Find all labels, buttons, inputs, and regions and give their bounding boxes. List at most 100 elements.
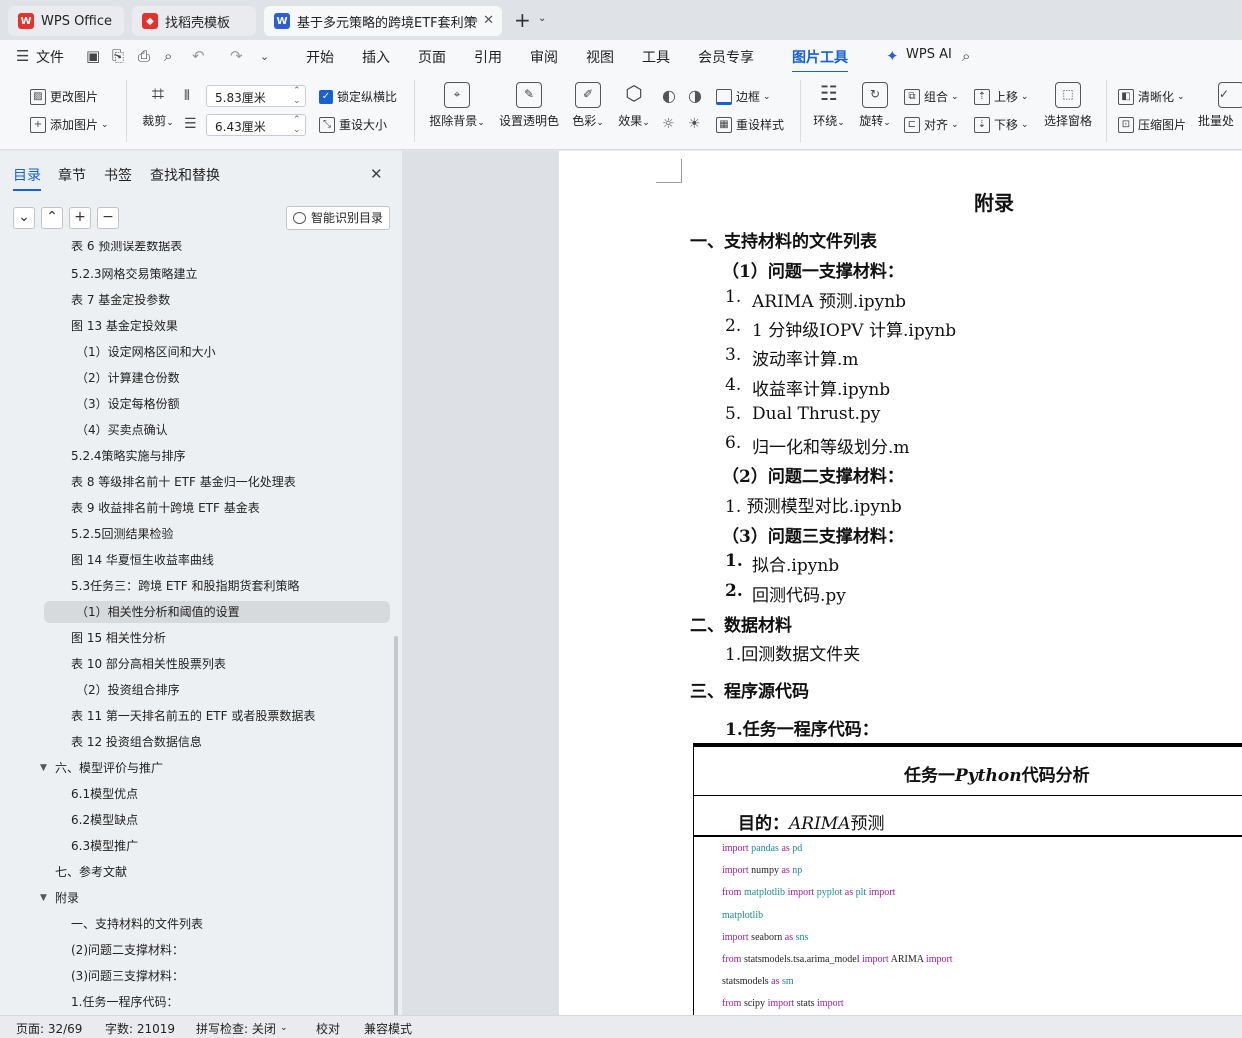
toc-item[interactable]: 5.2.4策略实施与排序 bbox=[71, 445, 186, 467]
proofread-button[interactable]: 校对 bbox=[316, 1020, 340, 1037]
new-tab-icon[interactable]: + bbox=[514, 8, 531, 32]
menu-insert[interactable]: 插入 bbox=[362, 47, 390, 67]
remove-heading-button[interactable]: − bbox=[97, 207, 119, 229]
toc-item[interactable]: (3)问题三支撑材料： bbox=[71, 965, 184, 987]
menu-reference[interactable]: 引用 bbox=[474, 47, 502, 67]
toc-item[interactable]: 图 15 相关性分析 bbox=[71, 627, 166, 649]
toc-item[interactable]: 表 12 投资组合数据信息 bbox=[71, 731, 202, 753]
toc-item-selected[interactable]: （1）相关性分析和阈值的设置 bbox=[44, 601, 390, 623]
toc-item[interactable]: 1.任务一程序代码： bbox=[71, 991, 178, 1013]
brightness-up-icon[interactable]: ◐ bbox=[662, 86, 676, 105]
toc-item[interactable]: 一、支持材料的文件列表 bbox=[71, 913, 203, 935]
toc-item[interactable]: 表 9 收益排名前十跨境 ETF 基金表 bbox=[71, 497, 260, 519]
nav-scrollbar[interactable] bbox=[394, 636, 398, 1016]
nav-tab-bookmark[interactable]: 书签 bbox=[104, 165, 132, 185]
toc-item[interactable]: 5.2.3网格交易策略建立 bbox=[71, 263, 198, 285]
toc-item[interactable]: 6.3模型推广 bbox=[71, 835, 138, 857]
page-count[interactable]: 页面: 32/69 bbox=[16, 1020, 82, 1037]
menu-review[interactable]: 审阅 bbox=[530, 47, 558, 67]
toc-item[interactable]: 5.2.5回测结果检验 bbox=[71, 523, 174, 545]
toc-item[interactable]: 七、参考文献 bbox=[55, 861, 127, 883]
selection-pane-button[interactable]: ⬚ 选择窗格 bbox=[1042, 82, 1094, 129]
menu-file[interactable]: 文件 bbox=[36, 47, 64, 67]
group-button[interactable]: ⧉ 组合 ⌄ bbox=[904, 88, 959, 105]
smart-toc-button[interactable]: 智能识别目录 bbox=[286, 206, 390, 230]
crop-button[interactable]: ⌗ 裁剪⌄ bbox=[138, 82, 178, 129]
chevron-down-icon[interactable]: ⌄ bbox=[280, 1023, 288, 1033]
contrast-down-icon[interactable]: ☀ bbox=[688, 116, 701, 132]
tab-document[interactable]: W 基于多元策略的跨境ETF套利策 ▭ ✕ bbox=[264, 6, 502, 36]
menu-picture-tools[interactable]: 图片工具 bbox=[792, 47, 848, 73]
effect-button[interactable]: ⬡ 效果⌄ bbox=[616, 82, 652, 129]
set-transparent-button[interactable]: ✎ 设置透明色 bbox=[498, 82, 560, 129]
color-button[interactable]: ✐ 色彩⌄ bbox=[570, 82, 606, 129]
height-input[interactable]: 6.43厘米 bbox=[206, 114, 306, 136]
collapse-caret-icon[interactable]: ▼ bbox=[40, 893, 47, 903]
reset-size-button[interactable]: ⤡ 重设大小 bbox=[319, 116, 387, 133]
wrap-button[interactable]: ☷ 环绕⌄ bbox=[810, 82, 848, 129]
menu-wps-ai[interactable]: WPS AI bbox=[906, 47, 952, 62]
save-icon[interactable]: ▣ bbox=[86, 47, 100, 65]
toc-item[interactable]: 5.3任务三：跨境 ETF 和股指期货套利策略 bbox=[71, 575, 300, 597]
batch-process-button[interactable]: ✓ 批量处 bbox=[1198, 82, 1242, 129]
add-image-button[interactable]: + 添加图片 ⌄ bbox=[30, 116, 109, 133]
rotate-button[interactable]: ↻ 旋转⌄ bbox=[856, 82, 894, 129]
search-icon[interactable]: ⌕ bbox=[962, 47, 970, 65]
toc-item[interactable]: 6.2模型缺点 bbox=[71, 809, 138, 831]
chevron-down-icon[interactable]: ⌄ bbox=[538, 13, 546, 24]
print-preview-icon[interactable]: ⌕ bbox=[164, 47, 172, 65]
nav-tab-toc[interactable]: 目录 bbox=[13, 165, 41, 191]
change-image-button[interactable]: ▨ 更改图片 bbox=[30, 88, 98, 105]
undo-icon[interactable]: ↶ bbox=[192, 47, 205, 65]
nav-tab-find-replace[interactable]: 查找和替换 bbox=[150, 165, 220, 185]
export-icon[interactable]: ⎘ bbox=[112, 47, 124, 65]
toc-item[interactable]: 六、模型评价与推广 bbox=[55, 757, 163, 779]
toc-item[interactable]: 表 8 等级排名前十 ETF 基金归一化处理表 bbox=[71, 471, 296, 493]
toc-item[interactable]: 图 13 基金定投效果 bbox=[71, 315, 178, 337]
nav-tab-chapter[interactable]: 章节 bbox=[58, 165, 86, 185]
collapse-caret-icon[interactable]: ▼ bbox=[40, 763, 47, 773]
border-button[interactable]: 边框 ⌄ bbox=[716, 88, 771, 105]
tab-docer[interactable]: ◆ 找稻壳模板 bbox=[132, 6, 256, 36]
remove-background-button[interactable]: ⌖ 抠除背景⌄ bbox=[426, 82, 488, 129]
tab-wps-office[interactable]: W WPS Office bbox=[8, 6, 124, 36]
menu-member[interactable]: 会员专享 bbox=[698, 47, 754, 67]
toc-item[interactable]: (2)问题二支撑材料： bbox=[71, 939, 184, 961]
collapse-up-button[interactable]: ⌃ bbox=[41, 207, 63, 229]
toc-item[interactable]: 表 6 预测误差数据表 bbox=[71, 241, 182, 257]
close-pane-icon[interactable]: ✕ bbox=[370, 165, 383, 183]
toc-item[interactable]: 表 11 第一天排名前五的 ETF 或者股票数据表 bbox=[71, 705, 315, 727]
brightness-down-icon[interactable]: ☼ bbox=[662, 116, 675, 132]
lock-ratio-checkbox[interactable]: ✓ 锁定纵横比 bbox=[319, 88, 397, 105]
toc-item[interactable]: 表 7 基金定投参数 bbox=[71, 289, 170, 311]
toc-item[interactable]: （3）设定每格份额 bbox=[76, 393, 180, 415]
toc-item[interactable]: （2）计算建仓份数 bbox=[76, 367, 180, 389]
toc-item[interactable]: 图 14 华夏恒生收益率曲线 bbox=[71, 549, 214, 571]
width-input[interactable]: 5.83厘米 bbox=[206, 85, 306, 107]
menu-tools[interactable]: 工具 bbox=[642, 47, 670, 67]
send-backward-button[interactable]: ⇣ 下移 ⌄ bbox=[974, 116, 1029, 133]
menu-start[interactable]: 开始 bbox=[306, 47, 334, 67]
close-tab-icon[interactable]: ✕ bbox=[483, 13, 494, 28]
add-heading-button[interactable]: + bbox=[69, 207, 91, 229]
expand-down-button[interactable]: ⌄ bbox=[13, 207, 35, 229]
hamburger-icon[interactable]: ☰ bbox=[16, 47, 29, 65]
chevron-down-icon[interactable]: ⌄ bbox=[260, 50, 269, 63]
toc-item[interactable]: 表 10 部分高相关性股票列表 bbox=[71, 653, 226, 675]
spell-check-status[interactable]: 拼写检查: 关闭 bbox=[196, 1020, 276, 1037]
compress-image-button[interactable]: ⊡ 压缩图片 bbox=[1118, 116, 1186, 133]
sharpen-button[interactable]: ◧ 清晰化 ⌄ bbox=[1118, 88, 1185, 105]
redo-icon[interactable]: ↷ bbox=[230, 47, 243, 65]
menu-page[interactable]: 页面 bbox=[418, 47, 446, 67]
toc-item[interactable]: （2）投资组合排序 bbox=[76, 679, 180, 701]
reset-style-button[interactable]: ▦ 重设样式 bbox=[716, 116, 784, 133]
contrast-up-icon[interactable]: ◑ bbox=[688, 86, 702, 105]
toc-item[interactable]: 附录 bbox=[55, 887, 79, 909]
print-icon[interactable]: ⎙ bbox=[138, 47, 150, 65]
word-count[interactable]: 字数: 21019 bbox=[105, 1020, 175, 1037]
menu-view[interactable]: 视图 bbox=[586, 47, 614, 67]
align-button[interactable]: ⊏ 对齐 ⌄ bbox=[904, 116, 959, 133]
toc-item[interactable]: （1）设定网格区间和大小 bbox=[76, 341, 216, 363]
toc-item[interactable]: （4）买卖点确认 bbox=[76, 419, 168, 441]
bring-forward-button[interactable]: ⇡ 上移 ⌄ bbox=[974, 88, 1029, 105]
